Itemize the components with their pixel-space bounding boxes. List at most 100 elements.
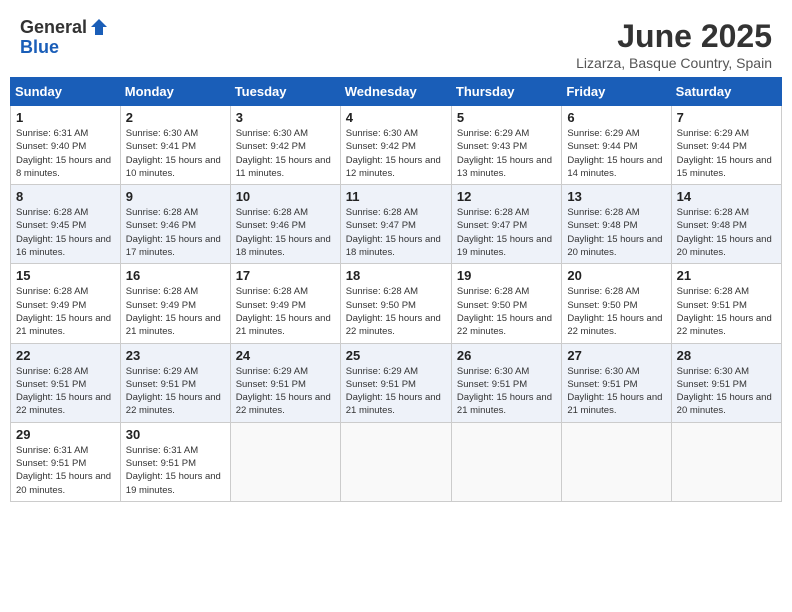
day-info: Sunrise: 6:28 AM Sunset: 9:51 PM Dayligh… (677, 285, 776, 338)
day-info: Sunrise: 6:28 AM Sunset: 9:50 PM Dayligh… (567, 285, 665, 338)
calendar-day-cell: 25 Sunrise: 6:29 AM Sunset: 9:51 PM Dayli… (340, 343, 451, 422)
day-info: Sunrise: 6:28 AM Sunset: 9:49 PM Dayligh… (16, 285, 115, 338)
calendar-day-cell: 18 Sunrise: 6:28 AM Sunset: 9:50 PM Dayli… (340, 264, 451, 343)
day-number: 13 (567, 189, 665, 204)
day-number: 9 (126, 189, 225, 204)
day-number: 18 (346, 268, 446, 283)
day-number: 8 (16, 189, 115, 204)
calendar-day-header: Thursday (451, 78, 561, 106)
day-number: 6 (567, 110, 665, 125)
day-number: 11 (346, 189, 446, 204)
day-info: Sunrise: 6:30 AM Sunset: 9:51 PM Dayligh… (567, 365, 665, 418)
calendar-day-header: Wednesday (340, 78, 451, 106)
calendar-day-cell: 29 Sunrise: 6:31 AM Sunset: 9:51 PM Dayli… (11, 422, 121, 501)
day-info: Sunrise: 6:28 AM Sunset: 9:47 PM Dayligh… (457, 206, 556, 259)
page-header: General Blue June 2025 Lizarza, Basque C… (10, 10, 782, 71)
calendar-week-row: 15 Sunrise: 6:28 AM Sunset: 9:49 PM Dayli… (11, 264, 782, 343)
day-info: Sunrise: 6:29 AM Sunset: 9:51 PM Dayligh… (346, 365, 446, 418)
day-info: Sunrise: 6:31 AM Sunset: 9:40 PM Dayligh… (16, 127, 115, 180)
day-info: Sunrise: 6:28 AM Sunset: 9:48 PM Dayligh… (567, 206, 665, 259)
day-info: Sunrise: 6:28 AM Sunset: 9:47 PM Dayligh… (346, 206, 446, 259)
day-info: Sunrise: 6:29 AM Sunset: 9:51 PM Dayligh… (236, 365, 335, 418)
day-info: Sunrise: 6:29 AM Sunset: 9:51 PM Dayligh… (126, 365, 225, 418)
calendar-day-cell: 7 Sunrise: 6:29 AM Sunset: 9:44 PM Daylig… (671, 106, 781, 185)
calendar-week-row: 8Sunrise: 6:28 AM Sunset: 9:45 PM Daylig… (11, 185, 782, 264)
calendar-day-cell: 21Sunrise: 6:28 AM Sunset: 9:51 PM Dayli… (671, 264, 781, 343)
day-info: Sunrise: 6:28 AM Sunset: 9:50 PM Dayligh… (346, 285, 446, 338)
logo-blue: Blue (20, 38, 109, 58)
calendar-day-cell: 15 Sunrise: 6:28 AM Sunset: 9:49 PM Dayli… (11, 264, 121, 343)
day-number: 27 (567, 348, 665, 363)
calendar-day-cell: 11 Sunrise: 6:28 AM Sunset: 9:47 PM Dayli… (340, 185, 451, 264)
day-info: Sunrise: 6:31 AM Sunset: 9:51 PM Dayligh… (16, 444, 115, 497)
calendar-day-cell: 12 Sunrise: 6:28 AM Sunset: 9:47 PM Dayli… (451, 185, 561, 264)
day-number: 19 (457, 268, 556, 283)
day-number: 26 (457, 348, 556, 363)
calendar-day-cell: 14Sunrise: 6:28 AM Sunset: 9:48 PM Dayli… (671, 185, 781, 264)
calendar-week-row: 29 Sunrise: 6:31 AM Sunset: 9:51 PM Dayli… (11, 422, 782, 501)
month-title: June 2025 (576, 18, 772, 55)
title-block: June 2025 Lizarza, Basque Country, Spain (576, 18, 772, 71)
calendar-day-header: Tuesday (230, 78, 340, 106)
calendar-day-cell (340, 422, 451, 501)
calendar-day-cell: 24 Sunrise: 6:29 AM Sunset: 9:51 PM Dayli… (230, 343, 340, 422)
day-number: 23 (126, 348, 225, 363)
day-info: Sunrise: 6:30 AM Sunset: 9:42 PM Dayligh… (346, 127, 446, 180)
calendar-day-cell: 20 Sunrise: 6:28 AM Sunset: 9:50 PM Dayli… (562, 264, 671, 343)
calendar-day-cell: 3Sunrise: 6:30 AM Sunset: 9:42 PM Daylig… (230, 106, 340, 185)
day-number: 15 (16, 268, 115, 283)
day-number: 12 (457, 189, 556, 204)
day-info: Sunrise: 6:28 AM Sunset: 9:46 PM Dayligh… (236, 206, 335, 259)
calendar-day-cell: 27 Sunrise: 6:30 AM Sunset: 9:51 PM Dayli… (562, 343, 671, 422)
day-info: Sunrise: 6:28 AM Sunset: 9:49 PM Dayligh… (126, 285, 225, 338)
day-number: 30 (126, 427, 225, 442)
calendar-day-cell: 2 Sunrise: 6:30 AM Sunset: 9:41 PM Daylig… (120, 106, 230, 185)
calendar-day-cell: 28Sunrise: 6:30 AM Sunset: 9:51 PM Dayli… (671, 343, 781, 422)
day-number: 10 (236, 189, 335, 204)
day-number: 28 (677, 348, 776, 363)
calendar-day-cell: 30 Sunrise: 6:31 AM Sunset: 9:51 PM Dayli… (120, 422, 230, 501)
calendar-day-header: Friday (562, 78, 671, 106)
calendar-day-cell: 8Sunrise: 6:28 AM Sunset: 9:45 PM Daylig… (11, 185, 121, 264)
day-number: 20 (567, 268, 665, 283)
logo: General Blue (20, 18, 109, 58)
calendar-day-cell: 23 Sunrise: 6:29 AM Sunset: 9:51 PM Dayli… (120, 343, 230, 422)
calendar-day-cell: 13 Sunrise: 6:28 AM Sunset: 9:48 PM Dayli… (562, 185, 671, 264)
calendar-table: SundayMondayTuesdayWednesdayThursdayFrid… (10, 77, 782, 502)
day-number: 25 (346, 348, 446, 363)
calendar-week-row: 1Sunrise: 6:31 AM Sunset: 9:40 PM Daylig… (11, 106, 782, 185)
calendar-week-row: 22 Sunrise: 6:28 AM Sunset: 9:51 PM Dayli… (11, 343, 782, 422)
day-info: Sunrise: 6:28 AM Sunset: 9:49 PM Dayligh… (236, 285, 335, 338)
day-number: 7 (677, 110, 776, 125)
day-number: 24 (236, 348, 335, 363)
day-number: 3 (236, 110, 335, 125)
day-info: Sunrise: 6:29 AM Sunset: 9:44 PM Dayligh… (567, 127, 665, 180)
calendar-day-cell: 5Sunrise: 6:29 AM Sunset: 9:43 PM Daylig… (451, 106, 561, 185)
day-info: Sunrise: 6:31 AM Sunset: 9:51 PM Dayligh… (126, 444, 225, 497)
calendar-header-row: SundayMondayTuesdayWednesdayThursdayFrid… (11, 78, 782, 106)
calendar-day-cell: 4 Sunrise: 6:30 AM Sunset: 9:42 PM Daylig… (340, 106, 451, 185)
location: Lizarza, Basque Country, Spain (576, 55, 772, 71)
day-info: Sunrise: 6:29 AM Sunset: 9:44 PM Dayligh… (677, 127, 776, 180)
day-number: 4 (346, 110, 446, 125)
calendar-day-cell: 22 Sunrise: 6:28 AM Sunset: 9:51 PM Dayli… (11, 343, 121, 422)
calendar-day-cell: 1Sunrise: 6:31 AM Sunset: 9:40 PM Daylig… (11, 106, 121, 185)
day-info: Sunrise: 6:28 AM Sunset: 9:50 PM Dayligh… (457, 285, 556, 338)
day-info: Sunrise: 6:28 AM Sunset: 9:51 PM Dayligh… (16, 365, 115, 418)
day-info: Sunrise: 6:30 AM Sunset: 9:41 PM Dayligh… (126, 127, 225, 180)
day-info: Sunrise: 6:28 AM Sunset: 9:48 PM Dayligh… (677, 206, 776, 259)
calendar-day-header: Sunday (11, 78, 121, 106)
day-number: 17 (236, 268, 335, 283)
day-info: Sunrise: 6:29 AM Sunset: 9:43 PM Dayligh… (457, 127, 556, 180)
day-info: Sunrise: 6:28 AM Sunset: 9:46 PM Dayligh… (126, 206, 225, 259)
calendar-day-cell: 10 Sunrise: 6:28 AM Sunset: 9:46 PM Dayli… (230, 185, 340, 264)
logo-general: General (20, 18, 87, 38)
calendar-day-cell (230, 422, 340, 501)
day-number: 29 (16, 427, 115, 442)
calendar-day-header: Monday (120, 78, 230, 106)
day-number: 2 (126, 110, 225, 125)
calendar-day-cell: 6 Sunrise: 6:29 AM Sunset: 9:44 PM Daylig… (562, 106, 671, 185)
calendar-day-cell (671, 422, 781, 501)
logo-icon (89, 17, 109, 37)
day-number: 22 (16, 348, 115, 363)
